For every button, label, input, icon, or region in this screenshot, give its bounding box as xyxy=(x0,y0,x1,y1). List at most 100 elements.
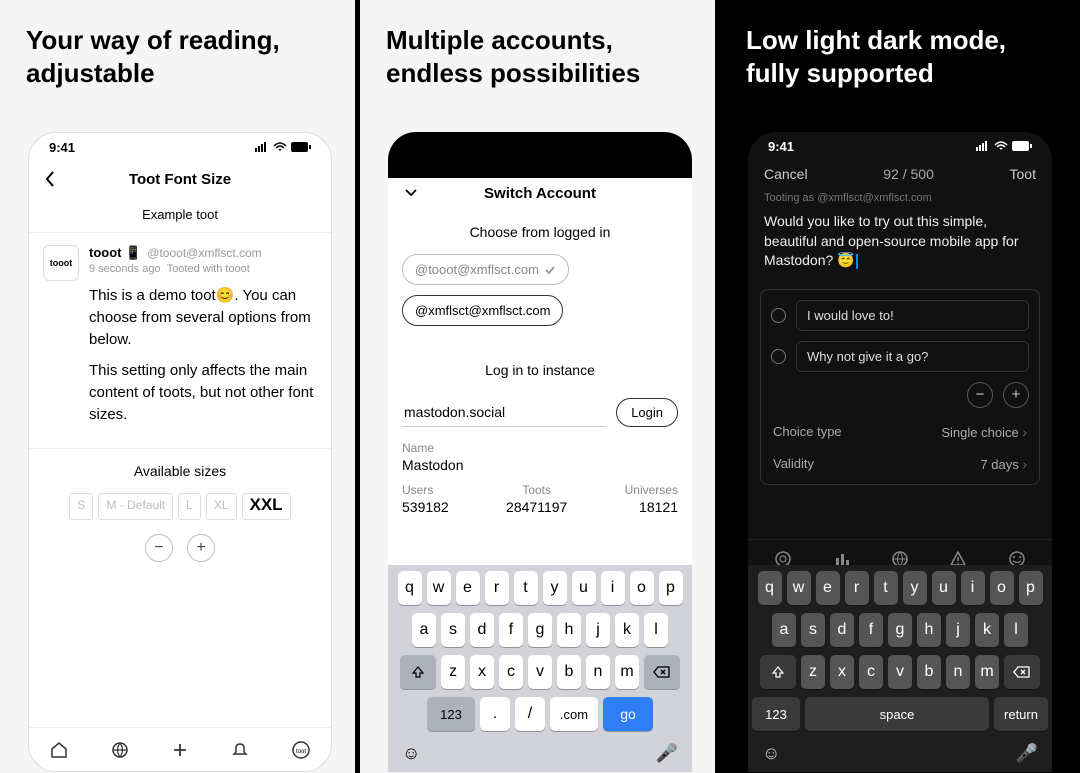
space-key[interactable]: space xyxy=(805,697,989,731)
key-i[interactable]: i xyxy=(961,571,985,605)
size-xxl[interactable]: XXL xyxy=(242,493,291,520)
key-g[interactable]: g xyxy=(888,613,912,647)
key-u[interactable]: u xyxy=(572,571,596,605)
remove-option-button[interactable]: − xyxy=(967,382,993,408)
cancel-button[interactable]: Cancel xyxy=(764,166,808,182)
key-b[interactable]: b xyxy=(557,655,581,689)
key-x[interactable]: x xyxy=(830,655,854,689)
key-r[interactable]: r xyxy=(485,571,509,605)
key-e[interactable]: e xyxy=(456,571,480,605)
account-chip-1[interactable]: @tooot@xmflsct.com xyxy=(402,254,569,285)
key-g[interactable]: g xyxy=(528,613,552,647)
key-j[interactable]: j xyxy=(586,613,610,647)
key-x[interactable]: x xyxy=(470,655,494,689)
shift-key[interactable] xyxy=(400,655,436,689)
shift-key[interactable] xyxy=(760,655,796,689)
key-o[interactable]: o xyxy=(630,571,654,605)
slash-key[interactable]: / xyxy=(515,697,545,731)
key-o[interactable]: o xyxy=(990,571,1014,605)
key-s[interactable]: s xyxy=(801,613,825,647)
key-q[interactable]: q xyxy=(398,571,422,605)
tab-compose-icon[interactable] xyxy=(170,740,190,760)
toot-button[interactable]: Toot xyxy=(1010,166,1036,182)
key-c[interactable]: c xyxy=(859,655,883,689)
key-f[interactable]: f xyxy=(859,613,883,647)
key-n[interactable]: n xyxy=(586,655,610,689)
tab-profile-icon[interactable]: toot xyxy=(291,740,311,760)
key-k[interactable]: k xyxy=(975,613,999,647)
key-r[interactable]: r xyxy=(845,571,869,605)
dot-key[interactable]: . xyxy=(480,697,510,731)
key-m[interactable]: m xyxy=(615,655,639,689)
size-s[interactable]: S xyxy=(69,493,93,520)
key-z[interactable]: z xyxy=(441,655,465,689)
account-chip-2[interactable]: @xmflsct@xmflsct.com xyxy=(402,295,563,326)
key-h[interactable]: h xyxy=(917,613,941,647)
key-f[interactable]: f xyxy=(499,613,523,647)
validity-row[interactable]: Validity 7 days › xyxy=(771,448,1029,480)
tab-globe-icon[interactable] xyxy=(110,740,130,760)
compose-textarea[interactable]: Would you like to try out this simple, b… xyxy=(748,212,1052,271)
panel-2-title: Multiple accounts, endless possibilities xyxy=(360,0,715,101)
tab-bell-icon[interactable] xyxy=(230,740,250,760)
key-p[interactable]: p xyxy=(659,571,683,605)
poll-option-2-input[interactable]: Why not give it a go? xyxy=(796,341,1029,372)
key-y[interactable]: y xyxy=(903,571,927,605)
text-cursor xyxy=(856,254,858,269)
key-w[interactable]: w xyxy=(787,571,811,605)
key-y[interactable]: y xyxy=(543,571,567,605)
key-k[interactable]: k xyxy=(615,613,639,647)
key-p[interactable]: p xyxy=(1019,571,1043,605)
size-m[interactable]: M - Default xyxy=(98,493,173,520)
poll-option-2-radio[interactable] xyxy=(771,349,786,364)
emoji-key[interactable]: ☺ xyxy=(762,743,780,764)
key-t[interactable]: t xyxy=(514,571,538,605)
key-d[interactable]: d xyxy=(830,613,854,647)
key-s[interactable]: s xyxy=(441,613,465,647)
poll-option-1-radio[interactable] xyxy=(771,308,786,323)
chevron-right-icon: › xyxy=(1022,424,1027,440)
key-i[interactable]: i xyxy=(601,571,625,605)
emoji-key[interactable]: ☺ xyxy=(402,743,420,764)
key-w[interactable]: w xyxy=(427,571,451,605)
key-a[interactable]: a xyxy=(772,613,796,647)
key-v[interactable]: v xyxy=(528,655,552,689)
key-c[interactable]: c xyxy=(499,655,523,689)
numeric-key[interactable]: 123 xyxy=(427,697,475,731)
com-key[interactable]: .com xyxy=(550,697,598,731)
key-z[interactable]: z xyxy=(801,655,825,689)
key-u[interactable]: u xyxy=(932,571,956,605)
backspace-key[interactable] xyxy=(1004,655,1040,689)
poll-option-1-input[interactable]: I would love to! xyxy=(796,300,1029,331)
instance-input[interactable] xyxy=(402,398,606,427)
key-t[interactable]: t xyxy=(874,571,898,605)
key-e[interactable]: e xyxy=(816,571,840,605)
key-d[interactable]: d xyxy=(470,613,494,647)
key-m[interactable]: m xyxy=(975,655,999,689)
login-button[interactable]: Login xyxy=(616,398,678,427)
key-b[interactable]: b xyxy=(917,655,941,689)
choice-type-row[interactable]: Choice type Single choice › xyxy=(771,416,1029,448)
mic-key[interactable]: 🎤 xyxy=(656,743,678,764)
chevron-right-icon: › xyxy=(1022,456,1027,472)
increase-size-button[interactable]: + xyxy=(187,534,215,562)
key-v[interactable]: v xyxy=(888,655,912,689)
key-a[interactable]: a xyxy=(412,613,436,647)
size-l[interactable]: L xyxy=(178,493,201,520)
decrease-size-button[interactable]: − xyxy=(145,534,173,562)
add-option-button[interactable]: + xyxy=(1003,382,1029,408)
size-xl[interactable]: XL xyxy=(206,493,237,520)
backspace-key[interactable] xyxy=(644,655,680,689)
key-h[interactable]: h xyxy=(557,613,581,647)
key-j[interactable]: j xyxy=(946,613,970,647)
numeric-key[interactable]: 123 xyxy=(752,697,800,731)
go-key[interactable]: go xyxy=(603,697,653,731)
kb-row-2: asdfghjkl xyxy=(392,613,688,647)
key-l[interactable]: l xyxy=(644,613,668,647)
mic-key[interactable]: 🎤 xyxy=(1016,743,1038,764)
key-l[interactable]: l xyxy=(1004,613,1028,647)
key-q[interactable]: q xyxy=(758,571,782,605)
key-n[interactable]: n xyxy=(946,655,970,689)
tab-home-icon[interactable] xyxy=(49,740,69,760)
return-key[interactable]: return xyxy=(994,697,1048,731)
